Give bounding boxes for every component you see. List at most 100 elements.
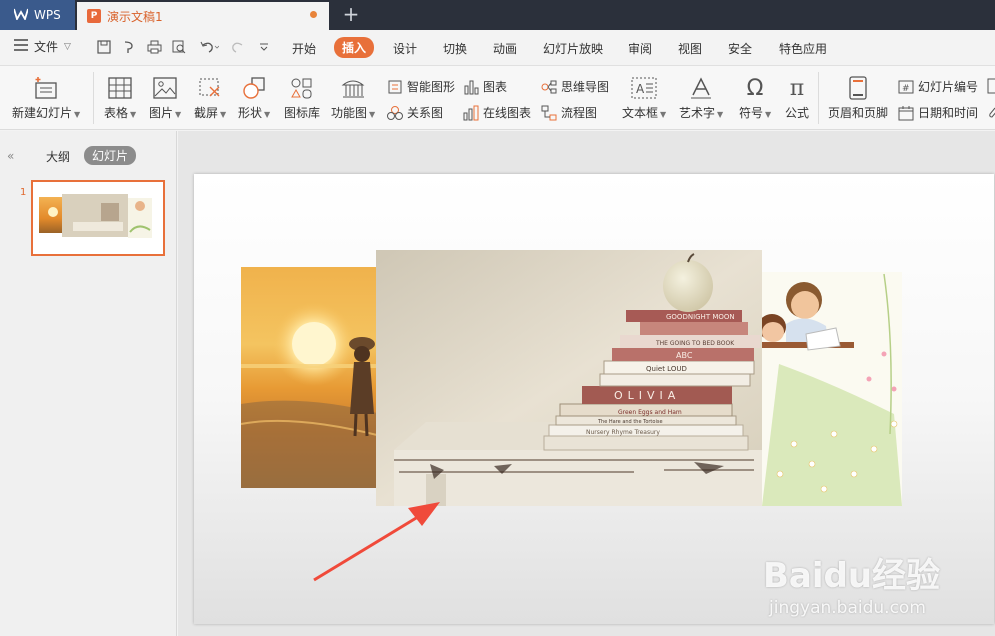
- function-chart-icon: [340, 76, 366, 100]
- icon-library-icon: [289, 76, 315, 100]
- smart-shape-icon: [387, 79, 403, 95]
- watermark-brand: Baidu经验: [763, 556, 941, 596]
- textbox-label: 文本框: [622, 106, 659, 120]
- mindmap-button[interactable]: 思维导图: [541, 78, 609, 95]
- menu-design[interactable]: 设计: [393, 40, 417, 57]
- new-slide-button[interactable]: 新建幻灯片 ▼: [12, 76, 80, 121]
- date-time-button[interactable]: 日期和时间: [898, 104, 978, 121]
- table-icon: [107, 76, 133, 100]
- redo-icon[interactable]: [230, 39, 246, 55]
- header-footer-button[interactable]: 页眉和页脚: [828, 76, 888, 121]
- slide-number-icon: #: [898, 79, 914, 95]
- wordart-button[interactable]: 艺术字 ▼: [679, 76, 723, 121]
- smart-shape-button[interactable]: 智能图形: [387, 78, 455, 95]
- wps-home-tab[interactable]: WPS: [0, 0, 75, 30]
- children-reading-illustration[interactable]: [758, 272, 902, 506]
- new-slide-icon: [33, 76, 59, 100]
- screenshot-button[interactable]: 截屏 ▼: [194, 76, 226, 121]
- divider: [93, 72, 94, 124]
- function-chart-button[interactable]: 功能图 ▼: [331, 76, 375, 121]
- menu-insert[interactable]: 插入: [334, 37, 375, 58]
- sunset-girl-picture[interactable]: [240, 267, 382, 488]
- slides-pane: « 大纲 幻灯片 1: [0, 131, 177, 636]
- screenshot-label: 截屏: [194, 106, 219, 120]
- wps-logo-icon: [13, 8, 29, 23]
- omega-symbol-icon: Ω: [746, 75, 764, 101]
- books-on-stool-picture[interactable]: GOODNIGHT MOON THE GOING TO BED BOOK ABC…: [376, 250, 762, 506]
- relation-chart-label: 关系图: [407, 106, 444, 120]
- mindmap-icon: [541, 79, 557, 95]
- wordart-label: 艺术字: [679, 106, 716, 120]
- wps-tab-label: WPS: [34, 8, 61, 22]
- document-tab[interactable]: P 演示文稿1: [77, 2, 329, 30]
- menu-home[interactable]: 开始: [292, 40, 316, 57]
- file-menu[interactable]: 文件 ▽: [14, 38, 71, 55]
- menu-slideshow[interactable]: 幻灯片放映: [543, 40, 603, 57]
- mindmap-label: 思维导图: [561, 80, 610, 94]
- file-menu-label: 文件: [34, 40, 59, 54]
- picture-label: 图片: [149, 106, 174, 120]
- shape-button[interactable]: 形状 ▼: [238, 76, 270, 121]
- save-icon[interactable]: [96, 39, 112, 55]
- menu-security[interactable]: 安全: [728, 40, 752, 57]
- bar-chart-icon: [463, 79, 479, 95]
- attachment-icon[interactable]: [985, 104, 995, 120]
- svg-text:A: A: [636, 82, 645, 96]
- icon-library-button[interactable]: 图标库: [284, 76, 320, 121]
- online-chart-icon: [463, 105, 479, 121]
- book-spine-quiet-loud: Quiet LOUD: [646, 365, 687, 373]
- hamburger-icon: [14, 39, 28, 54]
- table-label: 表格: [104, 106, 129, 120]
- book-spine-hare-tortoise: The Hare and the Tortoise: [597, 419, 663, 425]
- new-slide-label: 新建幻灯片: [12, 106, 73, 120]
- slide-number-button[interactable]: # 幻灯片编号: [898, 78, 978, 95]
- chart-label: 图表: [483, 80, 508, 94]
- print-icon[interactable]: [146, 39, 162, 55]
- menu-view[interactable]: 视图: [678, 40, 702, 57]
- menu-animation[interactable]: 动画: [493, 40, 517, 57]
- flowchart-button[interactable]: 流程图: [541, 104, 597, 121]
- slide-thumbnail-preview: [33, 182, 163, 254]
- document-tab-label: 演示文稿1: [107, 9, 163, 24]
- object-icon[interactable]: [985, 78, 995, 94]
- menu-special-apps[interactable]: 特色应用: [779, 40, 827, 57]
- formula-label: 公式: [784, 106, 809, 120]
- table-button[interactable]: 表格 ▼: [104, 76, 136, 121]
- watermark-url: jingyan.baidu.com: [769, 598, 926, 618]
- customize-toolbar-icon[interactable]: [256, 39, 272, 55]
- shape-icon: [241, 76, 267, 100]
- textbox-button[interactable]: A 文本框 ▼: [622, 76, 666, 121]
- date-time-label: 日期和时间: [918, 106, 979, 120]
- format-painter-icon[interactable]: [121, 39, 137, 55]
- red-arrow-annotation: [313, 502, 440, 582]
- formula-button[interactable]: π 公式: [784, 76, 810, 121]
- smart-shape-label: 智能图形: [407, 80, 456, 94]
- flowchart-label: 流程图: [561, 106, 598, 120]
- picture-button[interactable]: 图片 ▼: [149, 76, 181, 121]
- shape-label: 形状: [238, 106, 263, 120]
- slide-thumbnail[interactable]: [31, 180, 165, 256]
- chevron-down-icon: ▽: [64, 41, 71, 52]
- online-chart-button[interactable]: 在线图表: [463, 104, 531, 121]
- icon-library-label: 图标库: [284, 106, 321, 120]
- tab-slides[interactable]: 幻灯片: [84, 146, 137, 165]
- book-spine-goodnight-moon: GOODNIGHT MOON: [666, 313, 735, 321]
- collapse-pane-icon[interactable]: «: [7, 149, 14, 163]
- unsaved-dot-icon: [310, 11, 317, 18]
- chart-button[interactable]: 图表: [463, 78, 507, 95]
- wordart-icon: [688, 76, 714, 100]
- symbol-button[interactable]: Ω 符号 ▼: [739, 76, 771, 121]
- title-bar: WPS P 演示文稿1 +: [0, 0, 995, 30]
- new-tab-button[interactable]: +: [340, 2, 362, 26]
- relation-chart-button[interactable]: 关系图: [387, 104, 443, 121]
- header-footer-icon: [845, 76, 871, 100]
- undo-icon[interactable]: [198, 39, 220, 55]
- menu-review[interactable]: 审阅: [628, 40, 652, 57]
- menu-transition[interactable]: 切换: [443, 40, 467, 57]
- book-spine-going-to-bed: THE GOING TO BED BOOK: [655, 340, 735, 347]
- tab-outline[interactable]: 大纲: [46, 148, 70, 165]
- print-preview-icon[interactable]: [171, 39, 187, 55]
- header-footer-label: 页眉和页脚: [828, 106, 889, 120]
- book-spine-nursery-rhyme: Nursery Rhyme Treasury: [586, 429, 660, 436]
- screenshot-icon: [197, 76, 223, 100]
